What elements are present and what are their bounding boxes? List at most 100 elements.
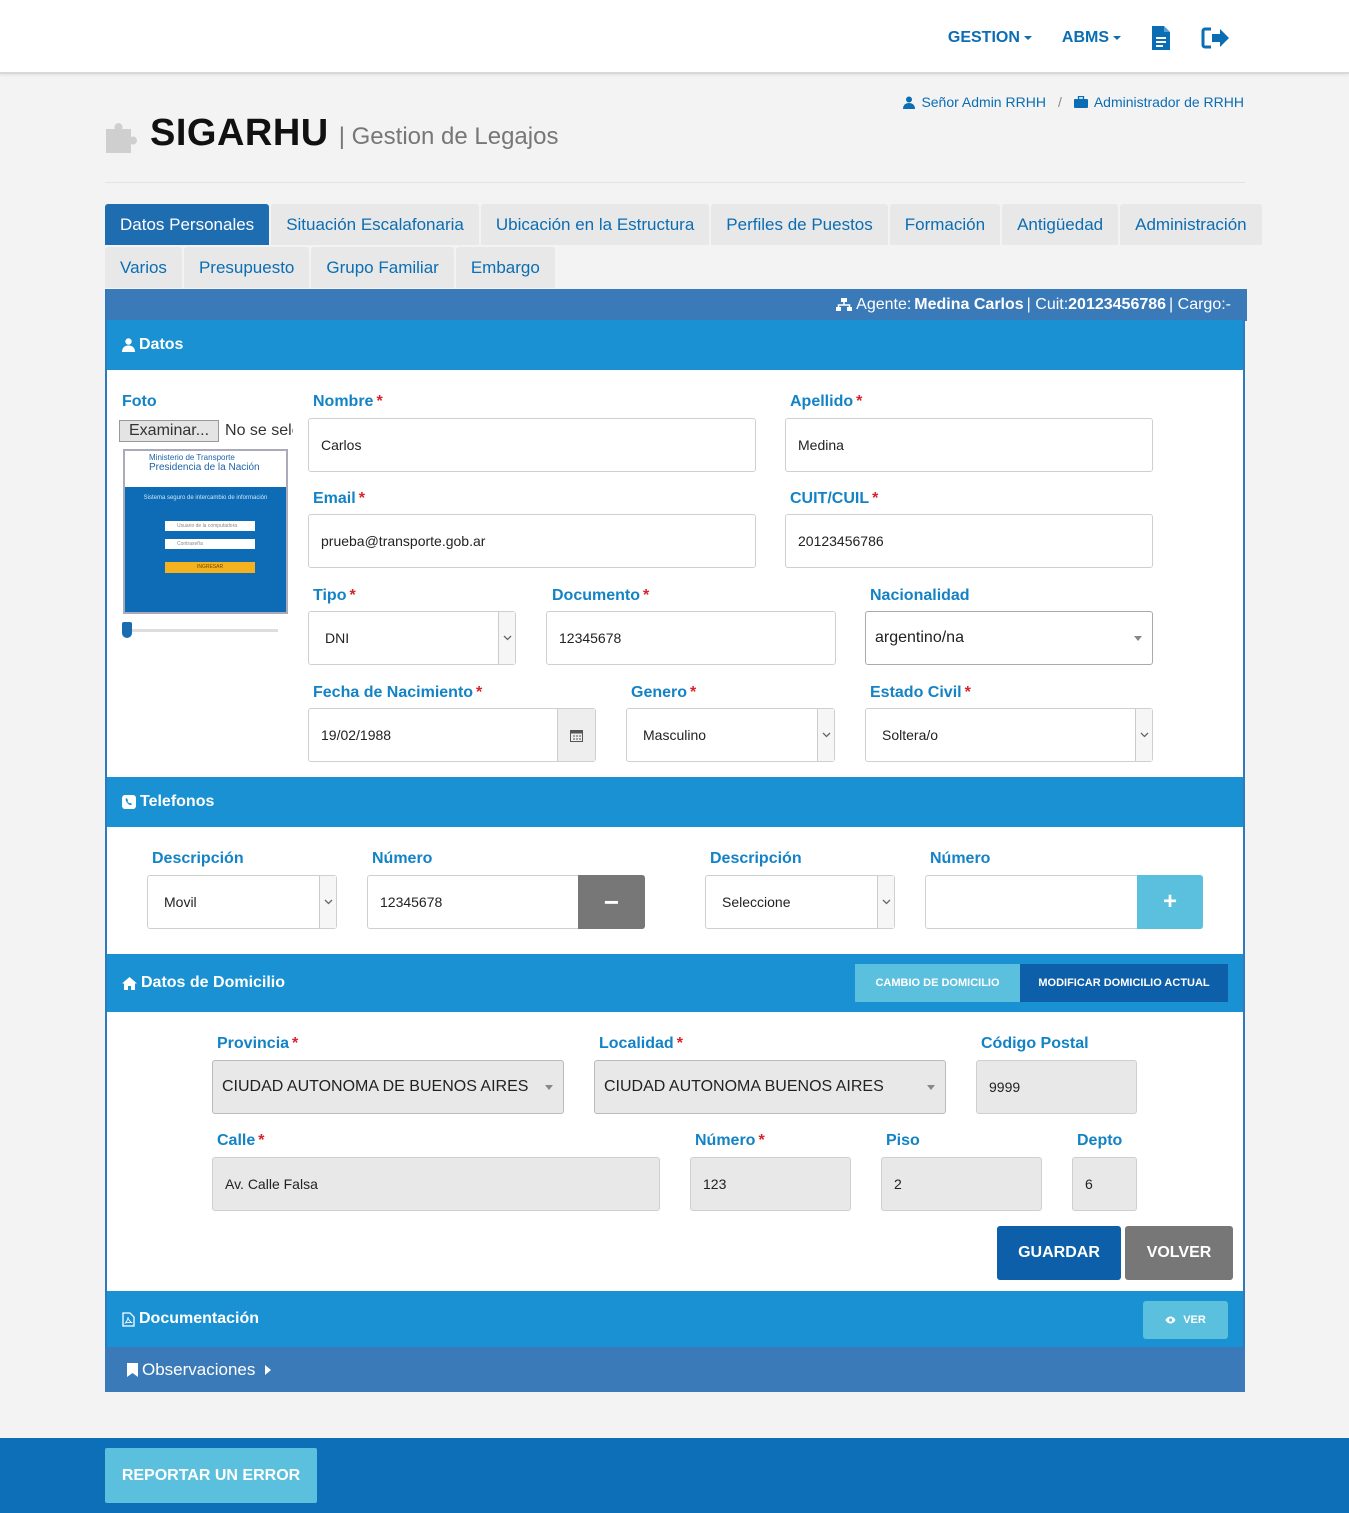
- numero-input[interactable]: 123: [690, 1157, 851, 1211]
- required-marker: *: [258, 1132, 265, 1149]
- nombre-label-text: Nombre: [313, 393, 374, 410]
- chevron-down-icon: [1135, 709, 1152, 761]
- fecha-input-value: 19/02/1988: [321, 727, 392, 743]
- calendar-icon[interactable]: [557, 709, 595, 761]
- preview-pass-field: Contraseña: [165, 539, 255, 549]
- tel-desc-select-1[interactable]: Movil: [147, 875, 337, 929]
- tipo-select-value: DNI: [325, 630, 350, 646]
- gestion-menu[interactable]: GESTION: [948, 29, 1032, 47]
- tab-antiguedad[interactable]: Antigüedad: [1002, 204, 1119, 245]
- provincia-label: Provincia *: [217, 1035, 298, 1053]
- zoom-slider-handle[interactable]: [122, 622, 132, 638]
- cuit-input[interactable]: 20123456786: [785, 514, 1153, 568]
- provincia-select[interactable]: CIUDAD AUTONOMA DE BUENOS AIRES: [212, 1060, 564, 1114]
- fecha-input[interactable]: 19/02/1988: [308, 708, 596, 762]
- required-marker: *: [856, 393, 863, 410]
- caret-down-icon: [545, 1085, 553, 1090]
- observaciones-section-header[interactable]: Observaciones: [105, 1347, 1245, 1392]
- phone-icon: [122, 795, 136, 809]
- user-breadcrumb: Señor Admin RRHH / Administrador de RRHH: [903, 94, 1244, 110]
- cambio-domicilio-button[interactable]: CAMBIO DE DOMICILIO: [855, 964, 1020, 1002]
- caret-down-icon: [927, 1085, 935, 1090]
- tipo-select[interactable]: DNI: [308, 611, 516, 665]
- nacionalidad-select[interactable]: argentino/na: [865, 611, 1153, 665]
- eye-icon: [1165, 1316, 1176, 1324]
- remove-phone-button[interactable]: −: [578, 875, 645, 929]
- tel-desc-select-2[interactable]: Seleccione: [705, 875, 895, 929]
- tel-desc-select-2-value: Seleccione: [722, 894, 791, 910]
- abms-menu[interactable]: ABMS: [1062, 29, 1121, 47]
- ver-button[interactable]: VER: [1143, 1301, 1228, 1339]
- ver-button-label: VER: [1183, 1314, 1206, 1326]
- chevron-down-icon: [817, 709, 834, 761]
- tab-grupo-familiar[interactable]: Grupo Familiar: [311, 247, 454, 288]
- depto-input[interactable]: 6: [1072, 1157, 1137, 1211]
- app-title: SIGARHU: [150, 112, 329, 154]
- localidad-label-text: Localidad: [599, 1035, 674, 1052]
- abms-menu-label: ABMS: [1061, 29, 1109, 46]
- required-marker: *: [676, 1035, 683, 1052]
- apellido-input[interactable]: Medina: [785, 418, 1153, 472]
- preview-button: INGRESAR: [165, 562, 255, 573]
- chevron-down-icon: [498, 612, 515, 664]
- genero-select[interactable]: Masculino: [626, 708, 835, 762]
- genero-select-value: Masculino: [643, 727, 707, 743]
- email-label-text: Email: [313, 490, 356, 507]
- required-marker: *: [476, 684, 483, 701]
- user-name[interactable]: Señor Admin RRHH: [921, 94, 1046, 110]
- puzzle-icon: [106, 123, 137, 153]
- file-input[interactable]: Examinar... No se sele: [119, 419, 293, 443]
- email-input[interactable]: prueba@transporte.gob.ar: [308, 514, 756, 568]
- sitemap-icon: [836, 298, 853, 311]
- report-error-button[interactable]: REPORTAR UN ERROR: [105, 1448, 317, 1503]
- datos-section-title: Datos: [139, 336, 184, 353]
- calle-input[interactable]: Av. Calle Falsa: [212, 1157, 660, 1211]
- documento-input[interactable]: 12345678: [546, 611, 836, 665]
- nombre-input[interactable]: Carlos: [308, 418, 756, 472]
- zoom-slider[interactable]: [122, 622, 278, 638]
- required-marker: *: [358, 490, 365, 507]
- tab-situacion-escalafonaria[interactable]: Situación Escalafonaria: [271, 204, 479, 245]
- tab-administracion[interactable]: Administración: [1120, 204, 1262, 245]
- tab-varios[interactable]: Varios: [105, 247, 182, 288]
- caret-down-icon: [1023, 36, 1032, 40]
- tipo-label: Tipo *: [313, 587, 356, 605]
- localidad-select[interactable]: CIUDAD AUTONOMA BUENOS AIRES: [594, 1060, 946, 1114]
- tab-presupuesto[interactable]: Presupuesto: [183, 247, 310, 288]
- cuit-label-text: CUIT/CUIL: [790, 490, 870, 507]
- tab-ubicacion-estructura[interactable]: Ubicación en la Estructura: [480, 204, 710, 245]
- documentacion-section-title: Documentación: [139, 1310, 260, 1327]
- modificar-domicilio-button[interactable]: MODIFICAR DOMICILIO ACTUAL: [1020, 964, 1228, 1002]
- provincia-label-text: Provincia: [217, 1035, 290, 1052]
- documento-label: Documento *: [552, 587, 649, 605]
- tab-embargo[interactable]: Embargo: [455, 247, 555, 288]
- email-label: Email *: [313, 490, 365, 508]
- estado-select[interactable]: Soltera/o: [865, 708, 1153, 762]
- tab-perfiles-puestos[interactable]: Perfiles de Puestos: [711, 204, 888, 245]
- estado-label-text: Estado Civil: [870, 684, 962, 701]
- guardar-button[interactable]: GUARDAR: [997, 1226, 1121, 1280]
- nombre-label: Nombre *: [313, 393, 383, 411]
- document-icon[interactable]: [1151, 25, 1171, 51]
- breadcrumb-separator: /: [1057, 94, 1062, 110]
- cp-input[interactable]: 9999: [976, 1060, 1137, 1114]
- genero-label: Genero *: [631, 684, 696, 702]
- add-phone-button[interactable]: +: [1137, 875, 1203, 929]
- file-browse-button[interactable]: Examinar...: [119, 420, 220, 442]
- tipo-label-text: Tipo: [313, 587, 347, 604]
- top-navbar: GESTION ABMS: [0, 0, 1349, 74]
- telefonos-section-title: Telefonos: [140, 793, 215, 810]
- tab-datos-personales[interactable]: Datos Personales: [105, 204, 270, 245]
- sign-out-icon[interactable]: [1201, 26, 1231, 50]
- page-header: SIGARHU | Gestion de Legajos: [104, 112, 558, 155]
- tab-formacion[interactable]: Formación: [889, 204, 1001, 245]
- fecha-label-text: Fecha de Nacimiento: [313, 684, 474, 701]
- chevron-down-icon: [877, 876, 894, 928]
- piso-input[interactable]: 2: [881, 1157, 1042, 1211]
- agent-bar: Agente: Medina Carlos | Cuit: 2012345678…: [107, 289, 1247, 321]
- user-role[interactable]: Administrador de RRHH: [1094, 94, 1244, 110]
- tel-desc-label-2: Descripción: [710, 850, 802, 867]
- gestion-menu-label: GESTION: [947, 29, 1020, 46]
- localidad-label: Localidad *: [599, 1035, 683, 1053]
- volver-button[interactable]: VOLVER: [1125, 1226, 1233, 1280]
